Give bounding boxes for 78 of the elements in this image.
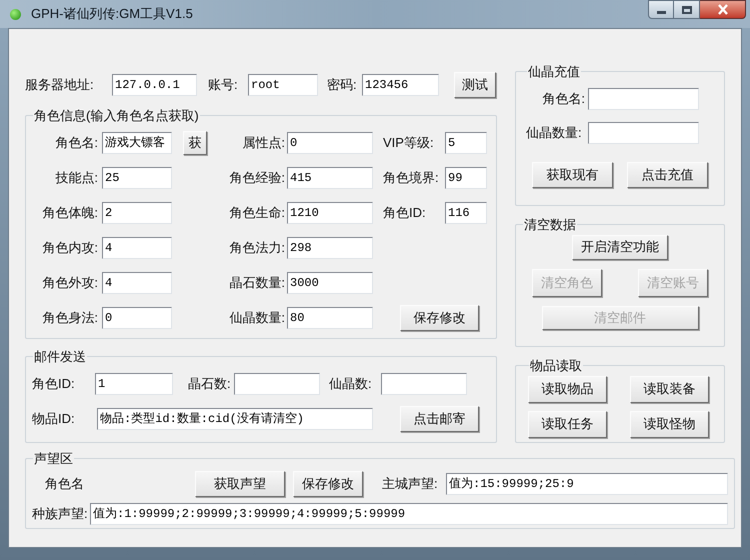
input-field[interactable]: 2: [102, 202, 172, 224]
button[interactable]: 点击邮寄: [400, 406, 479, 432]
field-label: 角色法力:: [228, 239, 285, 258]
field-label: 晶石数:: [188, 374, 232, 393]
input-field[interactable]: 0: [102, 307, 172, 329]
field-label: 角色经验:: [228, 169, 285, 188]
input-field[interactable]: 值为:1:99999;2:99999;3:99999;4:99999;5:99999: [90, 502, 728, 524]
field-label: 角色体魄:: [41, 204, 98, 222]
field-label: 主城声望:: [382, 474, 439, 493]
input-field[interactable]: 3000: [287, 272, 373, 294]
field-label: 技能点:: [54, 169, 98, 188]
field-label: 密码:: [327, 76, 358, 94]
group-title: 物品读取: [529, 357, 583, 375]
input-field[interactable]: 1: [95, 372, 173, 394]
input-field[interactable]: 25: [102, 167, 172, 189]
field-label: 角色名:: [54, 134, 98, 152]
input-field[interactable]: [381, 372, 467, 394]
input-field[interactable]: 127.0.0.1: [112, 74, 197, 96]
input-field[interactable]: [588, 122, 699, 144]
input-field[interactable]: [588, 88, 699, 110]
button[interactable]: 测试: [454, 72, 496, 98]
field-label: 仙晶数量:: [228, 309, 285, 328]
button[interactable]: 读取装备: [630, 376, 709, 402]
button[interactable]: 读取任务: [528, 410, 607, 438]
input-field[interactable]: 415: [287, 167, 373, 189]
field-label: 角色名: [45, 474, 85, 493]
group-title: 邮件发送: [33, 348, 87, 366]
group-title: 仙晶充值: [527, 63, 581, 81]
group-title: 声望区: [33, 450, 74, 468]
window-title: GPH-诸仙列传:GM工具V1.5: [31, 5, 194, 24]
field-label: 仙晶数:: [329, 374, 373, 393]
input-field[interactable]: 游戏大镖客: [102, 132, 172, 154]
field-label: 角色名:: [541, 90, 585, 108]
input-field[interactable]: 123456: [362, 74, 439, 96]
button[interactable]: 开启清空功能: [572, 234, 668, 260]
app-icon: [10, 8, 21, 20]
field-label: 属性点:: [241, 134, 285, 152]
group-title: 清空数据: [523, 216, 577, 234]
input-field[interactable]: 1210: [287, 202, 373, 224]
input-field[interactable]: 99: [445, 167, 487, 189]
field-label: 角色ID:: [383, 204, 427, 222]
minimize-button[interactable]: [648, 0, 674, 19]
field-label: 物品ID:: [32, 410, 76, 428]
close-button[interactable]: [700, 0, 746, 19]
field-label: 角色内攻:: [41, 239, 98, 258]
input-field[interactable]: 80: [287, 307, 373, 329]
field-label: 种族声望:: [32, 504, 89, 523]
button[interactable]: 保存修改: [293, 470, 363, 496]
field-label: VIP等级:: [383, 134, 435, 152]
field-label: 晶石数量:: [228, 274, 285, 292]
button[interactable]: 保存修改: [400, 305, 479, 331]
input-field[interactable]: 值为:15:99999;25:9: [446, 472, 728, 494]
field-label: 角色身法:: [41, 309, 98, 328]
close-icon: [716, 4, 728, 15]
input-field[interactable]: 物品:类型id:数量:cid(没有请清空): [97, 408, 373, 430]
field-label: 角色外攻:: [41, 274, 98, 292]
input-field[interactable]: 0: [287, 132, 373, 154]
button[interactable]: 读取怪物: [630, 410, 709, 438]
input-field[interactable]: [234, 372, 320, 394]
field-label: 角色境界:: [383, 169, 440, 188]
button[interactable]: 获: [183, 131, 207, 155]
input-field[interactable]: 298: [287, 237, 373, 259]
field-label: 角色ID:: [32, 374, 76, 393]
input-field[interactable]: 4: [102, 237, 172, 259]
field-label: 服务器地址:: [25, 76, 95, 94]
input-field[interactable]: 116: [445, 202, 487, 224]
button[interactable]: 获取声望: [195, 470, 285, 496]
field-label: 角色生命:: [228, 204, 285, 222]
maximize-button[interactable]: [674, 0, 700, 19]
button[interactable]: 读取物品: [528, 376, 607, 402]
field-label: 仙晶数量:: [526, 124, 583, 142]
button[interactable]: 获取现有: [532, 162, 613, 188]
group-title: 角色信息(输入角色名点获取): [33, 107, 200, 125]
input-field[interactable]: root: [248, 74, 318, 96]
field-label: 账号:: [208, 76, 239, 94]
input-field[interactable]: 5: [445, 132, 487, 154]
input-field[interactable]: 4: [102, 272, 172, 294]
button[interactable]: 点击充值: [627, 162, 708, 188]
